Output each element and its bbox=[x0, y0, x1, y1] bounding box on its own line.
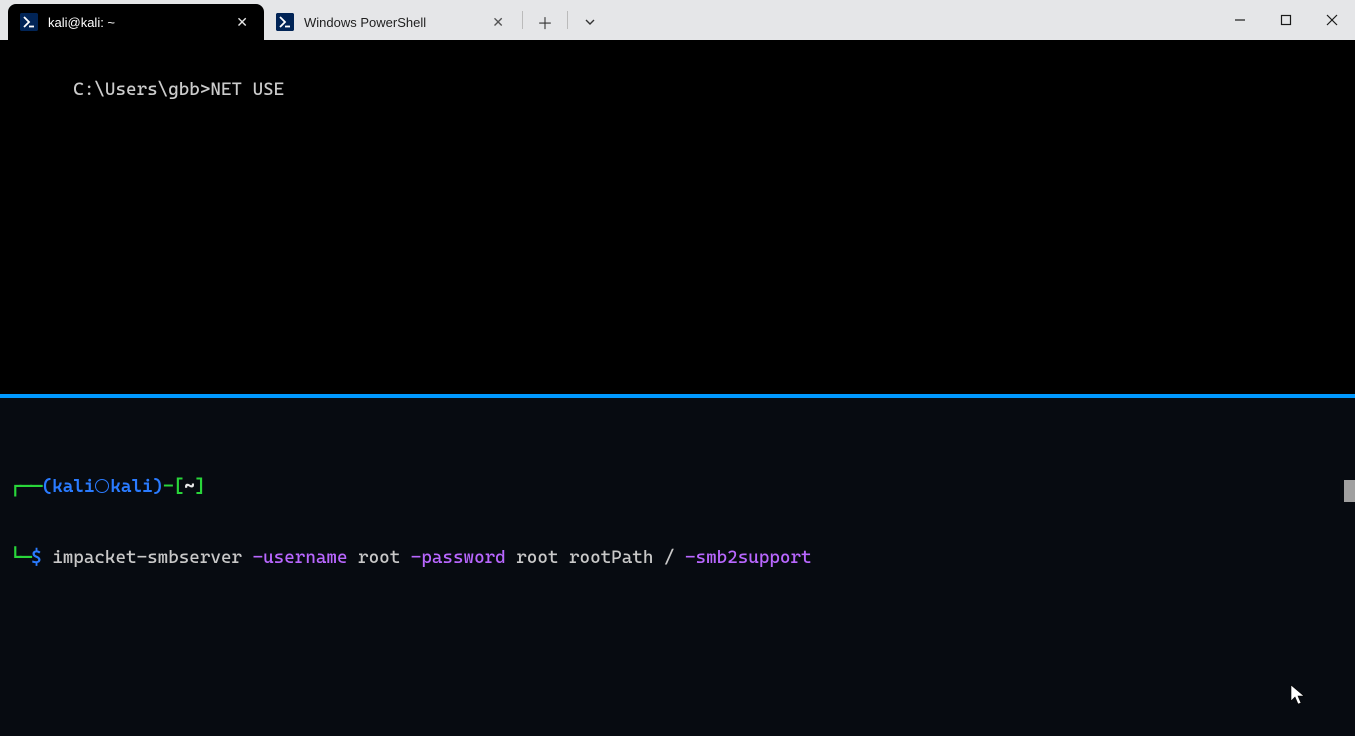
cmd-flag-smb2: -smb2support bbox=[685, 547, 812, 568]
cmd-prompt: C:\Users\gbb>NET USE bbox=[73, 79, 284, 100]
split-content: C:\Users\gbb>NET USE ┌──(kalikali)-[~] └… bbox=[0, 40, 1355, 736]
tab-dropdown-button[interactable] bbox=[570, 4, 610, 40]
kali-prompt-line1: ┌──(kalikali)-[~] bbox=[10, 475, 1345, 498]
prompt-side: └─ bbox=[10, 547, 31, 568]
tab-powershell[interactable]: Windows PowerShell ✕ bbox=[264, 4, 520, 40]
powershell-icon bbox=[276, 13, 294, 31]
chevron-down-icon bbox=[584, 16, 596, 28]
tab-kali[interactable]: kali@kali: ~ ✕ bbox=[8, 4, 264, 40]
minimize-button[interactable] bbox=[1217, 0, 1263, 40]
terminal-window: kali@kali: ~ ✕ Windows PowerShell ✕ ＋ bbox=[0, 0, 1355, 736]
prompt-open-paren: ( bbox=[42, 476, 53, 497]
tab-divider bbox=[567, 11, 568, 29]
prompt-close-bracket: ] bbox=[195, 476, 206, 497]
prompt-host: kali bbox=[110, 476, 152, 497]
prompt-text: C:\Users\gbb> bbox=[73, 79, 210, 100]
powershell-icon bbox=[20, 13, 38, 31]
tab-divider bbox=[522, 11, 523, 29]
cmd-flag-password: -password bbox=[411, 547, 506, 568]
mouse-cursor-icon bbox=[1206, 660, 1222, 682]
cmd-binary: impacket-smbserver bbox=[52, 547, 242, 568]
command-text: NET USE bbox=[210, 79, 284, 100]
cmd-share-name: rootPath bbox=[569, 547, 653, 568]
skull-icon bbox=[95, 479, 109, 493]
tab-strip: kali@kali: ~ ✕ Windows PowerShell ✕ ＋ bbox=[0, 0, 610, 40]
kali-prompt-line2: └─$ impacket-smbserver -username root -p… bbox=[10, 546, 1345, 569]
maximize-button[interactable] bbox=[1263, 0, 1309, 40]
window-controls bbox=[1217, 0, 1355, 40]
new-tab-button[interactable]: ＋ bbox=[525, 4, 565, 40]
tab-label: Windows PowerShell bbox=[304, 15, 488, 30]
tab-label: kali@kali: ~ bbox=[48, 15, 232, 30]
top-pane-cmd[interactable]: C:\Users\gbb>NET USE bbox=[0, 40, 1355, 394]
title-bar: kali@kali: ~ ✕ Windows PowerShell ✕ ＋ bbox=[0, 0, 1355, 40]
prompt-dollar: $ bbox=[31, 547, 42, 568]
bottom-pane-kali[interactable]: ┌──(kalikali)-[~] └─$ impacket-smbserver… bbox=[0, 398, 1355, 736]
prompt-corner: ┌── bbox=[10, 476, 42, 497]
prompt-cwd: ~ bbox=[184, 476, 195, 497]
prompt-close-paren: ) bbox=[153, 476, 164, 497]
close-icon[interactable]: ✕ bbox=[488, 13, 508, 31]
scrollbar-thumb[interactable] bbox=[1344, 480, 1355, 502]
prompt-dash: - bbox=[163, 476, 174, 497]
prompt-user: kali bbox=[52, 476, 94, 497]
cmd-val-username: root bbox=[358, 547, 400, 568]
cmd-path: / bbox=[664, 547, 675, 568]
close-window-button[interactable] bbox=[1309, 0, 1355, 40]
cmd-flag-username: -username bbox=[253, 547, 348, 568]
close-icon[interactable]: ✕ bbox=[232, 13, 252, 31]
prompt-open-bracket: [ bbox=[174, 476, 185, 497]
cmd-val-password: root bbox=[516, 547, 558, 568]
